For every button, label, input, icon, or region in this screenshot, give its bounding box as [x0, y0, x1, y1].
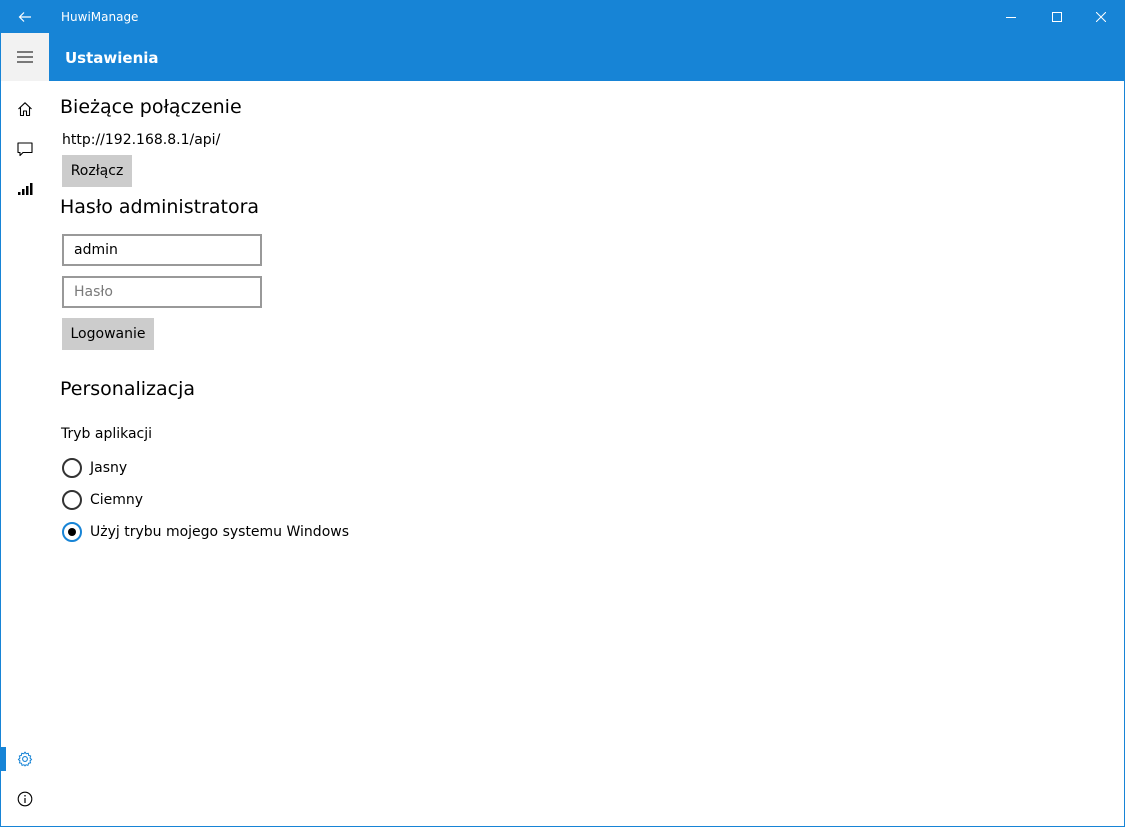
home-icon	[18, 102, 32, 117]
hamburger-icon	[17, 51, 33, 63]
nav-item-messages[interactable]	[1, 129, 49, 169]
radio-label-light: Jasny	[90, 460, 128, 476]
selected-indicator	[1, 747, 6, 771]
navigation-rail	[1, 33, 49, 826]
nav-item-settings[interactable]	[1, 739, 49, 779]
section-title-connection: Bieżące połączenie	[60, 96, 242, 118]
maximize-button[interactable]	[1034, 1, 1080, 33]
login-button[interactable]: Logowanie	[62, 318, 154, 350]
close-icon	[1096, 12, 1106, 22]
nav-item-info[interactable]	[1, 779, 49, 819]
back-button[interactable]	[1, 1, 49, 33]
section-title-personalization: Personalizacja	[60, 378, 196, 400]
chat-icon	[17, 142, 33, 157]
signal-icon	[18, 183, 33, 195]
header-bar: Ustawienia	[49, 33, 1124, 81]
connection-url: http://192.168.8.1/api/	[62, 132, 221, 148]
info-icon	[17, 791, 33, 807]
app-window: HuwiManage Ustawienia Bieżące połączenie…	[0, 0, 1125, 827]
arrow-left-icon	[18, 12, 31, 22]
maximize-icon	[1052, 12, 1062, 22]
minimize-button[interactable]	[988, 1, 1034, 33]
radio-button-dark[interactable]	[62, 490, 82, 510]
section-title-admin-password: Hasło administratora	[60, 196, 260, 218]
radio-dark[interactable]: Ciemny	[62, 489, 143, 511]
radio-label-dark: Ciemny	[90, 492, 144, 508]
gear-icon	[17, 751, 33, 767]
nav-item-home[interactable]	[1, 89, 49, 129]
password-input[interactable]	[62, 276, 262, 308]
radio-selected-dot	[68, 528, 76, 536]
hamburger-button[interactable]	[1, 33, 49, 81]
page-title: Ustawienia	[65, 49, 159, 67]
nav-item-signal[interactable]	[1, 169, 49, 209]
title-bar: HuwiManage	[1, 1, 1124, 33]
disconnect-button[interactable]: Rozłącz	[62, 155, 132, 187]
username-input[interactable]	[62, 234, 262, 266]
radio-light[interactable]: Jasny	[62, 457, 127, 479]
radio-system[interactable]: Użyj trybu mojego systemu Windows	[62, 521, 349, 543]
settings-content: Bieżące połączenie http://192.168.8.1/ap…	[49, 81, 1124, 826]
minimize-icon	[1006, 17, 1016, 18]
radio-button-light[interactable]	[62, 458, 82, 478]
close-button[interactable]	[1078, 1, 1124, 33]
radio-button-system[interactable]	[62, 522, 82, 542]
app-mode-label: Tryb aplikacji	[61, 426, 153, 442]
app-title: HuwiManage	[61, 10, 139, 24]
radio-label-system: Użyj trybu mojego systemu Windows	[90, 524, 349, 540]
